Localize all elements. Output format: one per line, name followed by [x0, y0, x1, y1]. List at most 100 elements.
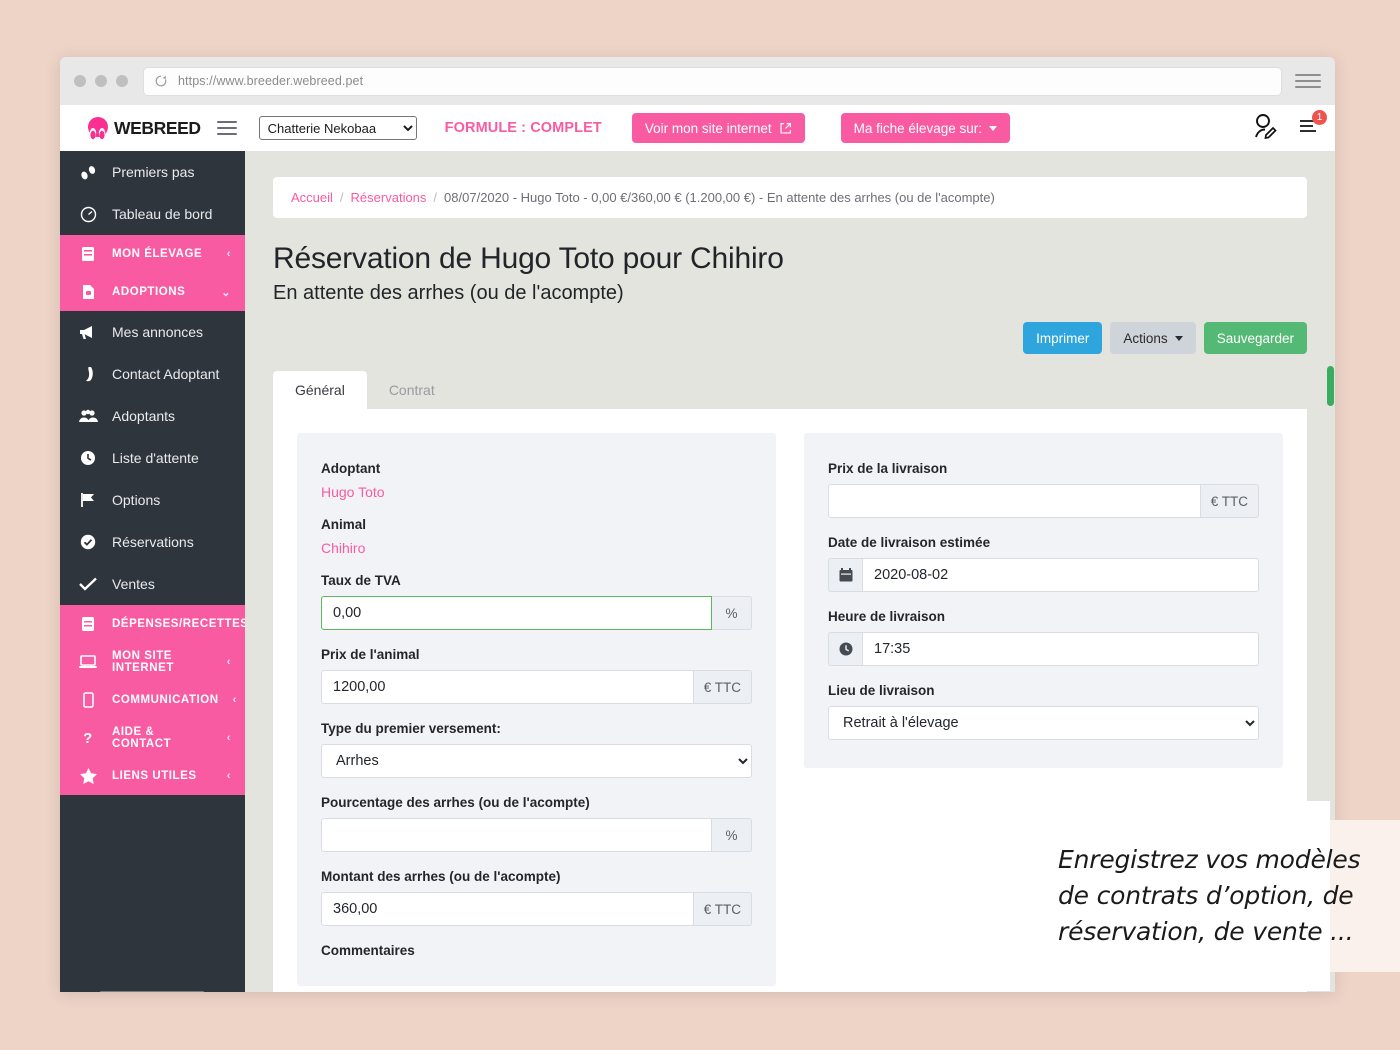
lieu-livraison-field: Lieu de livraison Retrait à l'élevage — [828, 683, 1259, 740]
lieu-livraison-label: Lieu de livraison — [828, 683, 935, 698]
date-livraison-input[interactable] — [862, 558, 1259, 592]
sidebar-label: AIDE & CONTACT — [112, 726, 172, 750]
phone-icon — [78, 366, 98, 382]
close-window-dot[interactable] — [74, 75, 86, 87]
chevron-left-icon: ‹ — [226, 732, 231, 744]
sidebar-label: Liste d'attente — [112, 450, 199, 466]
sidebar-item-options[interactable]: Options — [60, 479, 245, 521]
clock-icon[interactable] — [828, 632, 862, 666]
pourcentage-arrhes-label: Pourcentage des arrhes (ou de l'acompte) — [321, 795, 590, 810]
calendar-icon[interactable] — [828, 558, 862, 592]
sidebar-item-liste-d-attente[interactable]: Liste d'attente — [60, 437, 245, 479]
browser-chrome: https://www.breeder.webreed.pet — [60, 57, 1335, 105]
maximize-window-dot[interactable] — [116, 75, 128, 87]
sidebar-item-contact-adoptant[interactable]: Contact Adoptant — [60, 353, 245, 395]
sidebar-group-aide-contact[interactable]: ? AIDE & CONTACT ‹ — [60, 719, 245, 757]
tab-contrat[interactable]: Contrat — [367, 371, 457, 409]
sidebar-item-adoptants[interactable]: Adoptants — [60, 395, 245, 437]
logo-text: WEBREED — [114, 117, 201, 138]
chevron-left-icon: ‹ — [226, 770, 231, 782]
view-my-website-button[interactable]: Voir mon site internet — [631, 113, 805, 143]
chevron-left-icon: ‹ — [226, 248, 231, 260]
book-icon — [78, 246, 98, 262]
pourcentage-arrhes-input[interactable] — [321, 818, 712, 852]
type-versement-select[interactable]: Arrhes — [321, 744, 752, 778]
sidebar-group-mon-site-internet[interactable]: MON SITE INTERNET ‹ — [60, 643, 245, 681]
dashboard-gauge-icon — [78, 206, 98, 223]
sidebar-resize-handle[interactable] — [100, 991, 204, 992]
ledger-icon — [78, 616, 98, 632]
window-traffic-lights[interactable] — [74, 75, 128, 87]
breadcrumb-home[interactable]: Accueil — [291, 190, 333, 205]
reload-icon[interactable] — [154, 74, 168, 88]
chevron-down-icon — [988, 125, 997, 131]
tab-general[interactable]: Général — [273, 371, 367, 409]
breadcrumb-reservations[interactable]: Réservations — [351, 190, 427, 205]
app-logo[interactable]: WEBREED — [84, 116, 201, 140]
prix-livraison-field: Prix de la livraison € TTC — [828, 461, 1259, 518]
page-title: Réservation de Hugo Toto pour Chihiro — [273, 242, 784, 275]
sidebar-group-depenses-recettes[interactable]: DÉPENSES/RECETTES ‹ — [60, 605, 245, 643]
chevron-down-icon — [1174, 335, 1183, 341]
url-text: https://www.breeder.webreed.pet — [178, 74, 364, 88]
my-listing-label: Ma fiche élevage sur: — [853, 120, 982, 136]
heure-livraison-field: Heure de livraison — [828, 609, 1259, 666]
sidebar-item-premiers-pas[interactable]: Premiers pas — [60, 151, 245, 193]
save-button[interactable]: Sauvegarder — [1203, 322, 1307, 354]
animal-label: Animal — [321, 517, 367, 532]
tva-field: Taux de TVA % — [321, 573, 752, 630]
laptop-icon — [78, 655, 98, 669]
view-my-website-label: Voir mon site internet — [644, 120, 772, 136]
adoptant-value-link[interactable]: Hugo Toto — [321, 484, 752, 500]
lieu-livraison-select[interactable]: Retrait à l'élevage — [828, 706, 1259, 740]
sidebar-item-ventes[interactable]: Ventes — [60, 563, 245, 605]
megaphone-icon — [78, 325, 98, 340]
notification-badge: 1 — [1312, 109, 1327, 125]
print-button[interactable]: Imprimer — [1023, 322, 1103, 354]
sidebar-group-liens-utiles[interactable]: LIENS UTILES ‹ — [60, 757, 245, 795]
sidebar-item-tableau-de-bord[interactable]: Tableau de bord — [60, 193, 245, 235]
actions-dropdown-button[interactable]: Actions — [1110, 322, 1196, 354]
sidebar-label: Réservations — [112, 534, 194, 550]
tva-input[interactable] — [321, 596, 712, 630]
sidebar-item-reservations[interactable]: Réservations — [60, 521, 245, 563]
organization-select[interactable]: Chatterie Nekobaa — [258, 116, 417, 140]
sidebar-label: COMMUNICATION — [112, 694, 219, 706]
general-info-card: Adoptant Hugo Toto Animal Chihiro Taux d… — [297, 433, 776, 986]
sidebar-label: Options — [112, 492, 161, 508]
hamburger-icon[interactable] — [216, 121, 237, 135]
date-livraison-label: Date de livraison estimée — [828, 535, 991, 550]
sidebar-group-adoptions[interactable]: ADOPTIONS ⌄ — [60, 273, 245, 311]
minimize-window-dot[interactable] — [95, 75, 107, 87]
heure-livraison-input[interactable] — [862, 632, 1259, 666]
commentaires-label: Commentaires — [321, 943, 415, 958]
webreed-paw-logo — [88, 117, 108, 140]
check-circle-icon — [78, 534, 98, 550]
prix-livraison-input-group: € TTC — [828, 484, 1259, 518]
montant-arrhes-input[interactable] — [321, 892, 694, 926]
breadcrumb: Accueil / Réservations / 08/07/2020 - Hu… — [273, 177, 1307, 218]
browser-menu-icon[interactable] — [1295, 74, 1321, 88]
prix-animal-input[interactable] — [321, 670, 694, 704]
scrollbar-thumb[interactable] — [1327, 366, 1334, 406]
tva-input-group: % — [321, 596, 752, 630]
delivery-info-card: Prix de la livraison € TTC Date de livra… — [804, 433, 1283, 768]
svg-text:?: ? — [83, 730, 93, 746]
sidebar-item-mes-annonces[interactable]: Mes annonces — [60, 311, 245, 353]
sidebar-group-communication[interactable]: COMMUNICATION ‹ — [60, 681, 245, 719]
tabs: Général Contrat — [273, 371, 1307, 409]
prix-livraison-input[interactable] — [828, 484, 1201, 518]
notifications-list-icon[interactable]: 1 — [1297, 109, 1327, 142]
address-bar[interactable]: https://www.breeder.webreed.pet — [144, 67, 1281, 95]
type-versement-field: Type du premier versement: Arrhes — [321, 721, 752, 778]
animal-value-link[interactable]: Chihiro — [321, 540, 752, 556]
sidebar-group-mon-elevage[interactable]: MON ÉLEVAGE ‹ — [60, 235, 245, 273]
sidebar-label: Ventes — [112, 576, 155, 592]
my-listing-dropdown-button[interactable]: Ma fiche élevage sur: — [840, 113, 1010, 143]
montant-arrhes-label: Montant des arrhes (ou de l'acompte) — [321, 869, 561, 884]
question-mark-icon: ? — [78, 730, 98, 746]
date-livraison-input-group — [828, 558, 1259, 592]
sidebar-label: DÉPENSES/RECETTES — [112, 618, 245, 630]
user-edit-icon[interactable] — [1251, 113, 1281, 144]
chevron-down-icon: ⌄ — [221, 286, 231, 299]
